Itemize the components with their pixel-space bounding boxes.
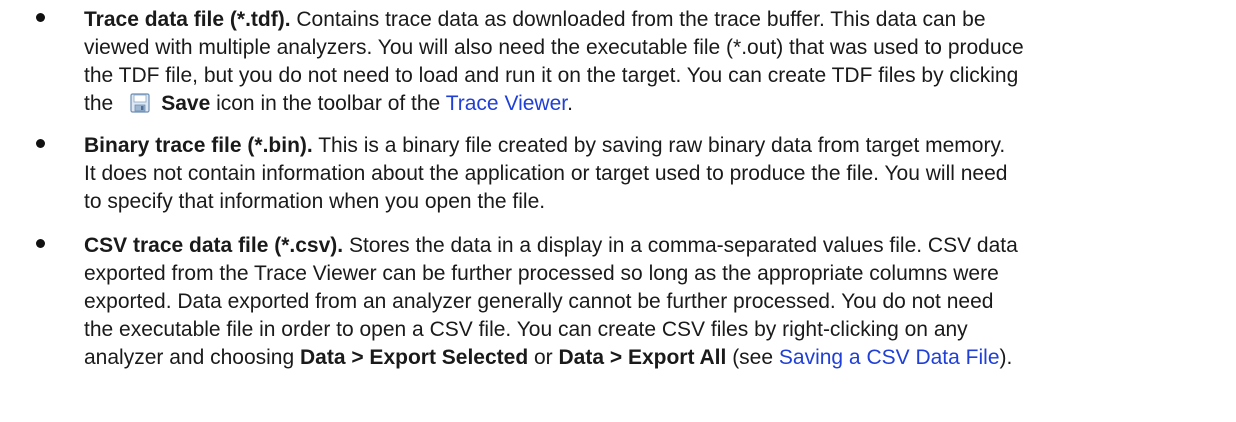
text-line: the TDF file, but you do not need to loa… bbox=[84, 64, 1019, 87]
text-segment: Stores the data in a display in a comma-… bbox=[343, 234, 1018, 257]
text-line: It does not contain information about th… bbox=[84, 162, 1008, 185]
bullet-icon bbox=[36, 13, 45, 22]
saving-csv-link[interactable]: Saving a CSV Data File bbox=[779, 346, 1000, 369]
text-line: exported from the Trace Viewer can be fu… bbox=[84, 262, 999, 285]
list-item-bin: Binary trace file (*.bin). This is a bin… bbox=[0, 118, 1236, 216]
item-title: CSV trace data file (*.csv). bbox=[84, 234, 344, 257]
menu-path-export-selected: Data > Export Selected bbox=[299, 346, 529, 369]
bullet-icon bbox=[36, 239, 45, 248]
text-segment: (see bbox=[726, 346, 779, 369]
bullet-icon bbox=[36, 139, 45, 148]
text-line: analyzer and choosing Data > Export Sele… bbox=[84, 344, 1226, 372]
bulleted-list: Trace data file (*.tdf). Contains trace … bbox=[0, 0, 1236, 372]
text-line: to specify that information when you ope… bbox=[84, 190, 546, 213]
text-line: viewed with multiple analyzers. You will… bbox=[84, 36, 1024, 59]
item-title: Binary trace file (*.bin). bbox=[84, 134, 313, 157]
menu-path-export-all: Data > Export All bbox=[558, 346, 727, 369]
list-item-text: Trace data file (*.tdf). Contains trace … bbox=[84, 6, 1226, 118]
text-line: CSV trace data file (*.csv). Stores the … bbox=[84, 232, 1226, 260]
text-line: the Save icon in the toolbar of the Trac… bbox=[84, 90, 1226, 118]
text-segment: or bbox=[528, 346, 559, 369]
text-line: Binary trace file (*.bin). This is a bin… bbox=[84, 132, 1226, 160]
text-segment: . bbox=[567, 92, 573, 115]
list-item-csv: CSV trace data file (*.csv). Stores the … bbox=[0, 216, 1236, 372]
text-line: exported. Data exported from an analyzer… bbox=[84, 290, 994, 313]
text-segment: icon in the toolbar of the bbox=[210, 92, 446, 115]
item-title: Trace data file (*.tdf). bbox=[84, 8, 291, 31]
text-segment: Contains trace data as downloaded from t… bbox=[290, 8, 986, 31]
text-segment: analyzer and choosing bbox=[84, 346, 300, 369]
save-label: Save bbox=[161, 92, 211, 115]
list-item-text: Binary trace file (*.bin). This is a bin… bbox=[84, 132, 1226, 216]
save-icon bbox=[130, 93, 150, 113]
list-item-tdf: Trace data file (*.tdf). Contains trace … bbox=[0, 0, 1236, 118]
text-line: the executable file in order to open a C… bbox=[84, 318, 968, 341]
text-segment: the bbox=[84, 92, 114, 115]
trace-viewer-link[interactable]: Trace Viewer bbox=[446, 92, 567, 115]
list-item-text: CSV trace data file (*.csv). Stores the … bbox=[84, 232, 1226, 372]
text-segment: ). bbox=[999, 346, 1013, 369]
text-line: Trace data file (*.tdf). Contains trace … bbox=[84, 6, 1226, 34]
text-segment: This is a binary file created by saving … bbox=[312, 134, 1006, 157]
